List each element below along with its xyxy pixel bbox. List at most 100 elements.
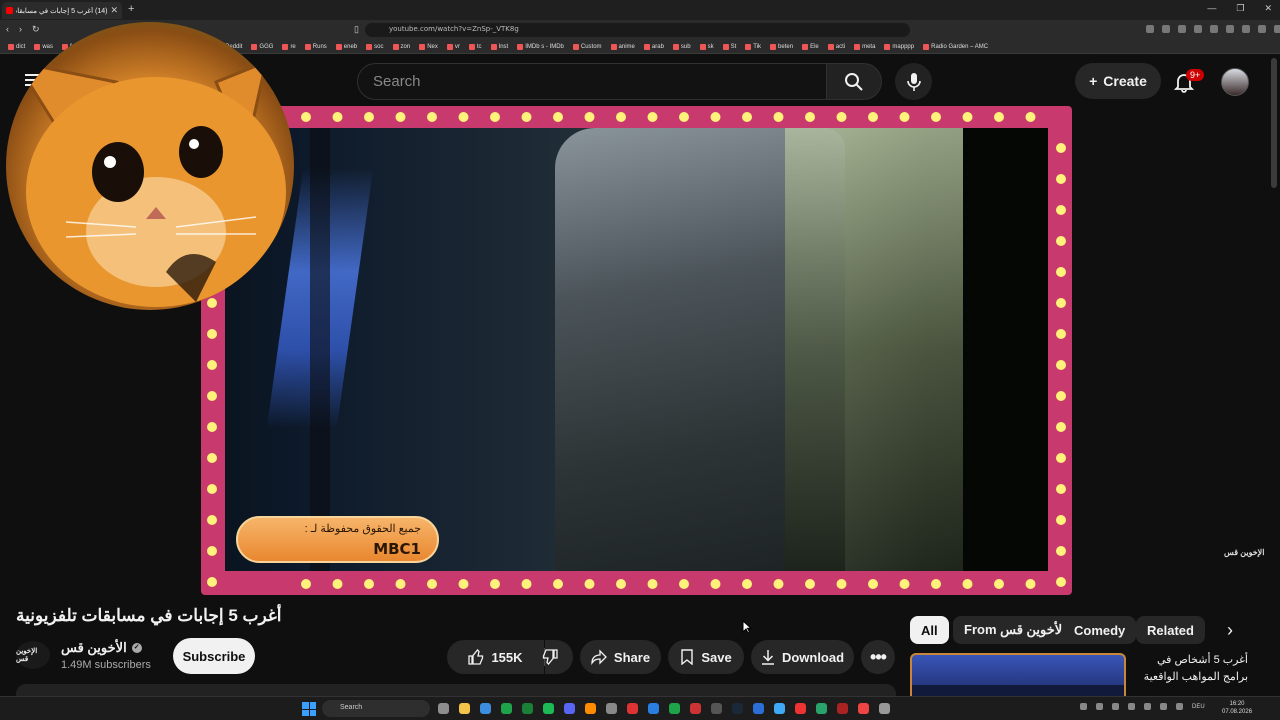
bookmark-item[interactable]: St — [722, 43, 736, 50]
taskbar-app-icon[interactable] — [585, 703, 596, 714]
description-box[interactable] — [16, 684, 896, 696]
search-input[interactable]: Search — [357, 63, 827, 100]
address-bar[interactable]: youtube.com/watch?v=ZnSp-_VTK8g — [365, 23, 910, 37]
bookmark-item[interactable]: Tik — [745, 43, 761, 50]
bookmark-item[interactable]: was — [34, 43, 53, 50]
taskbar-app-icon[interactable] — [480, 703, 491, 714]
taskbar-app-icon[interactable] — [774, 703, 785, 714]
tray-icon[interactable] — [1128, 703, 1135, 710]
extension-icon[interactable] — [1210, 25, 1218, 33]
bookmark-item[interactable]: anime — [610, 43, 635, 50]
taskbar-app-icon[interactable] — [543, 703, 554, 714]
bookmark-item[interactable]: Runs — [304, 43, 327, 50]
taskbar-app-icon[interactable] — [606, 703, 617, 714]
search-button[interactable] — [826, 63, 882, 100]
taskbar-search[interactable]: Search — [322, 700, 430, 717]
bookmark-item[interactable]: Nex — [419, 43, 438, 50]
forward-icon[interactable]: › — [19, 24, 22, 35]
minimize-button[interactable]: — — [1207, 3, 1216, 14]
taskbar-app-icon[interactable] — [459, 703, 470, 714]
bookmark-item[interactable]: Custom — [572, 43, 602, 50]
page-scrollbar[interactable] — [1271, 58, 1277, 188]
browser-tab[interactable]: (14) أغرب 5 إجابات في مسابقات ✕ — [2, 2, 122, 19]
close-tab-icon[interactable]: ✕ — [110, 5, 118, 16]
taskbar-app-icon[interactable] — [669, 703, 680, 714]
keyboard-language[interactable]: DEU — [1192, 704, 1205, 710]
tray-icon[interactable] — [1160, 703, 1167, 710]
chip-related[interactable]: Related — [1136, 616, 1205, 644]
close-window-button[interactable]: ✕ — [1264, 3, 1272, 14]
bookmark-item[interactable]: soc — [366, 43, 384, 50]
channel-name-row[interactable]: الأخوين قس ✓ — [61, 640, 142, 656]
extension-icon[interactable] — [1146, 25, 1154, 33]
bookmark-item[interactable]: sk — [699, 43, 714, 50]
extension-icon[interactable] — [1242, 25, 1250, 33]
bookmark-item[interactable]: eneb — [335, 43, 357, 50]
taskbar-app-icon[interactable] — [816, 703, 827, 714]
taskbar-app-icon[interactable] — [732, 703, 743, 714]
extension-icon[interactable] — [1226, 25, 1234, 33]
chip-comedy[interactable]: Comedy — [1063, 616, 1137, 644]
chevron-right-icon[interactable]: › — [1227, 620, 1233, 641]
bookmark-item[interactable]: zon — [392, 43, 410, 50]
extension-icon[interactable] — [1194, 25, 1202, 33]
channel-name[interactable]: الأخوين قس — [61, 640, 127, 656]
taskbar-app-icon[interactable] — [879, 703, 890, 714]
like-button[interactable]: 155K — [447, 640, 544, 674]
bookmark-item[interactable]: Inst — [490, 43, 508, 50]
tray-icon[interactable] — [1096, 703, 1103, 710]
extension-icon[interactable] — [1178, 25, 1186, 33]
user-avatar[interactable] — [1221, 68, 1249, 96]
bookmark-item[interactable]: Ele — [802, 43, 819, 50]
taskbar-app-icon[interactable] — [648, 703, 659, 714]
subscribe-button[interactable]: Subscribe — [173, 638, 255, 674]
taskbar-app-icon[interactable] — [564, 703, 575, 714]
create-button[interactable]: + Create — [1075, 63, 1161, 99]
tray-icon[interactable] — [1080, 703, 1087, 710]
save-button[interactable]: Save — [668, 640, 744, 674]
bookmark-item[interactable]: Radio Garden – AMC — [923, 43, 988, 50]
chip-all[interactable]: All — [910, 616, 949, 644]
chip-from-channel[interactable]: From الأخوين قس — [953, 616, 1077, 644]
taskbar-app-icon[interactable] — [690, 703, 701, 714]
new-tab-button[interactable]: + — [128, 3, 134, 15]
voice-search-button[interactable] — [895, 63, 932, 100]
taskbar-app-icon[interactable] — [438, 703, 449, 714]
extension-icon[interactable] — [1258, 25, 1266, 33]
more-actions-button[interactable]: ••• — [861, 640, 895, 674]
bookmark-item[interactable]: dict — [8, 43, 25, 50]
bookmark-item[interactable]: vr — [446, 43, 460, 50]
extension-icon[interactable] — [1162, 25, 1170, 33]
bookmark-item[interactable]: IMDb s - IMDb — [517, 43, 564, 50]
bookmark-item[interactable]: tc — [468, 43, 482, 50]
taskbar-app-icon[interactable] — [858, 703, 869, 714]
reload-icon[interactable]: ↻ — [32, 24, 40, 35]
recommendation-thumbnail[interactable] — [910, 653, 1126, 700]
bookmark-item[interactable]: re — [282, 43, 296, 50]
tray-icon[interactable] — [1144, 703, 1151, 710]
taskbar-app-icon[interactable] — [522, 703, 533, 714]
windows-start-icon[interactable] — [302, 702, 316, 716]
extension-icon[interactable] — [1274, 25, 1280, 33]
taskbar-app-icon[interactable] — [837, 703, 848, 714]
dislike-button[interactable] — [542, 640, 573, 674]
taskbar-app-icon[interactable] — [501, 703, 512, 714]
bookmark-item[interactable]: sub — [672, 43, 691, 50]
channel-avatar[interactable]: الإخوين قس — [16, 641, 50, 669]
bookmark-item[interactable]: beten — [770, 43, 793, 50]
back-icon[interactable]: ‹ — [6, 24, 9, 35]
bookmark-icon[interactable]: ▯ — [354, 24, 359, 35]
bookmark-item[interactable]: meta — [854, 43, 875, 50]
bookmark-item[interactable]: GGG — [251, 43, 273, 50]
taskbar-app-icon[interactable] — [795, 703, 806, 714]
bookmark-item[interactable]: acti — [827, 43, 845, 50]
taskbar-app-icon[interactable] — [627, 703, 638, 714]
bookmark-item[interactable]: arab — [643, 43, 664, 50]
share-button[interactable]: Share — [580, 640, 661, 674]
bookmark-item[interactable]: mapppp — [884, 43, 914, 50]
maximize-button[interactable]: ❐ — [1236, 3, 1244, 14]
tray-icon[interactable] — [1112, 703, 1119, 710]
recommendation-title[interactable]: أغرب 5 أشخاص في برامج المواهب الواقعية — [1133, 652, 1248, 686]
taskbar-app-icon[interactable] — [753, 703, 764, 714]
tray-icon[interactable] — [1176, 703, 1183, 710]
